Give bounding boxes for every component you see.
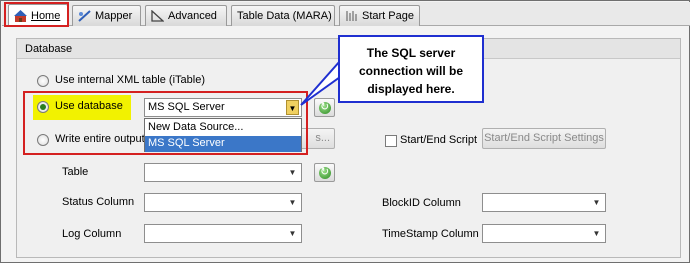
callout-text: The SQL server connection will be displa…	[358, 46, 463, 96]
window-frame: Home Mapper Advanced Table Data (MARA) S…	[0, 0, 690, 263]
callout-box: The SQL server connection will be displa…	[338, 35, 484, 103]
